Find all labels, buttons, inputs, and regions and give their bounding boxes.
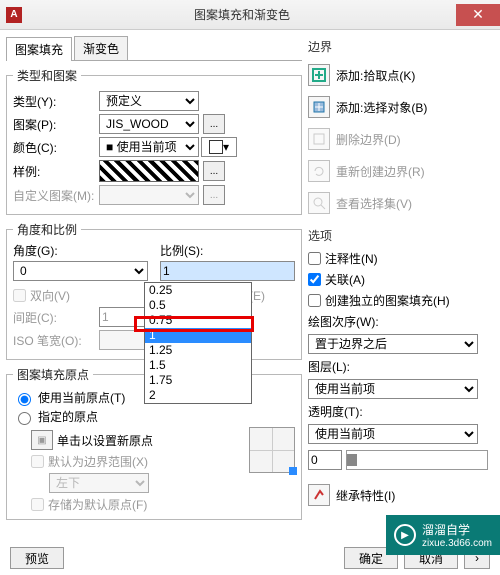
group-type-pattern: 类型和图案 类型(Y): 预定义 图案(P): JIS_WOOD ... 颜色(… [6, 67, 302, 215]
scale-option[interactable]: 1.5 [145, 358, 251, 373]
double-label: 双向(V) [30, 287, 70, 304]
scale-option[interactable]: 1.25 [145, 343, 251, 358]
pattern-browse-button[interactable]: ... [203, 114, 225, 134]
set-origin-button: ▣ [31, 430, 53, 450]
transparency-num-input[interactable] [308, 450, 342, 470]
associative-checkbox[interactable] [308, 273, 321, 286]
scale-option[interactable]: 0.75 [145, 313, 251, 328]
transparency-select[interactable]: 使用当前项 [308, 424, 478, 444]
legend-origin: 图案填充原点 [13, 366, 93, 383]
default-bounds-label: 默认为边界范围(X) [48, 453, 148, 470]
legend-angle-scale: 角度和比例 [13, 221, 81, 238]
watermark-name: 溜溜自学 [422, 523, 470, 537]
type-select[interactable]: 预定义 [99, 91, 199, 111]
sample-browse-button[interactable]: ... [203, 161, 225, 181]
add-pick-icon[interactable] [308, 64, 330, 86]
associative-label: 关联(A) [325, 271, 365, 288]
color-label: 颜色(C): [13, 139, 95, 156]
double-checkbox [13, 289, 26, 302]
independent-label: 创建独立的图案填充(H) [325, 292, 450, 309]
inherit-label[interactable]: 继承特性(I) [336, 487, 488, 504]
watermark-play-icon: ▶ [394, 524, 416, 546]
origin-specified-label: 指定的原点 [38, 408, 98, 425]
origin-preview [249, 427, 295, 473]
view-selection-label: 查看选择集(V) [336, 195, 488, 212]
independent-checkbox[interactable] [308, 294, 321, 307]
add-select-label[interactable]: 添加:选择对象(B) [336, 99, 488, 116]
transparency-label: 透明度(T): [308, 403, 488, 420]
scale-option[interactable]: 1 [145, 328, 251, 343]
recreate-boundary-icon [308, 160, 330, 182]
layer-select[interactable]: 使用当前项 [308, 379, 478, 399]
swatch-icon [209, 140, 223, 154]
scale-option[interactable]: 0.25 [145, 283, 251, 298]
recreate-boundary-label: 重新创建边界(R) [336, 163, 488, 180]
store-default-checkbox [31, 498, 44, 511]
custom-browse-button: ... [203, 185, 225, 205]
angle-label: 角度(G): [13, 242, 148, 259]
hatch-preview[interactable] [99, 160, 199, 182]
add-select-icon[interactable] [308, 96, 330, 118]
remove-boundary-label: 删除边界(D) [336, 131, 488, 148]
add-pick-label[interactable]: 添加:拾取点(K) [336, 67, 488, 84]
spacing-label: 间距(C): [13, 309, 95, 326]
legend-type-pattern: 类型和图案 [13, 67, 81, 84]
tab-gradient[interactable]: 渐变色 [74, 36, 128, 60]
view-selection-icon [308, 192, 330, 214]
annotative-label: 注释性(N) [325, 250, 378, 267]
type-label: 类型(Y): [13, 93, 95, 110]
scale-dropdown-list[interactable]: 0.250.50.7511.251.51.752 [144, 282, 252, 404]
pattern-label: 图案(P): [13, 116, 95, 133]
window-title: 图案填充和渐变色 [28, 6, 456, 23]
draw-order-label: 绘图次序(W): [308, 313, 488, 330]
angle-select[interactable]: 0 [13, 261, 148, 281]
sample-label: 样例: [13, 163, 95, 180]
tab-hatch[interactable]: 图案填充 [6, 37, 72, 61]
scale-input[interactable] [160, 261, 295, 281]
scale-option[interactable]: 1.75 [145, 373, 251, 388]
watermark: ▶ 溜溜自学 zixue.3d66.com [386, 515, 500, 555]
remove-boundary-icon [308, 128, 330, 150]
layer-label: 图层(L): [308, 358, 488, 375]
custom-pattern-select [99, 185, 199, 205]
iso-label: ISO 笔宽(O): [13, 332, 95, 349]
annotative-checkbox[interactable] [308, 252, 321, 265]
scale-option[interactable]: 0.5 [145, 298, 251, 313]
preview-button[interactable]: 预览 [10, 547, 64, 569]
corner-select: 左下 [49, 473, 149, 493]
color-select[interactable]: ■ 使用当前项 [99, 137, 199, 157]
store-default-label: 存储为默认原点(F) [48, 496, 147, 513]
tab-bar: 图案填充 渐变色 [6, 36, 302, 61]
scale-label: 比例(S): [160, 242, 295, 259]
inherit-icon[interactable] [308, 484, 330, 506]
options-title: 选项 [308, 227, 488, 244]
color-swatch-button[interactable]: ▾ [201, 137, 237, 157]
watermark-url: zixue.3d66.com [422, 538, 492, 549]
pattern-select[interactable]: JIS_WOOD [99, 114, 199, 134]
boundary-title: 边界 [308, 38, 488, 55]
app-icon: A [6, 7, 22, 23]
draw-order-select[interactable]: 置于边界之后 [308, 334, 478, 354]
custom-pattern-label: 自定义图案(M): [13, 187, 95, 204]
slider-thumb-icon [347, 454, 357, 466]
scale-option[interactable]: 2 [145, 388, 251, 403]
close-button[interactable]: ✕ [456, 4, 500, 26]
transparency-slider[interactable] [346, 450, 488, 470]
origin-current-radio[interactable] [18, 393, 31, 406]
set-origin-label: 单击以设置新原点 [57, 432, 153, 449]
default-bounds-checkbox [31, 455, 44, 468]
origin-specified-radio[interactable] [18, 412, 31, 425]
origin-current-label: 使用当前原点(T) [38, 389, 125, 406]
